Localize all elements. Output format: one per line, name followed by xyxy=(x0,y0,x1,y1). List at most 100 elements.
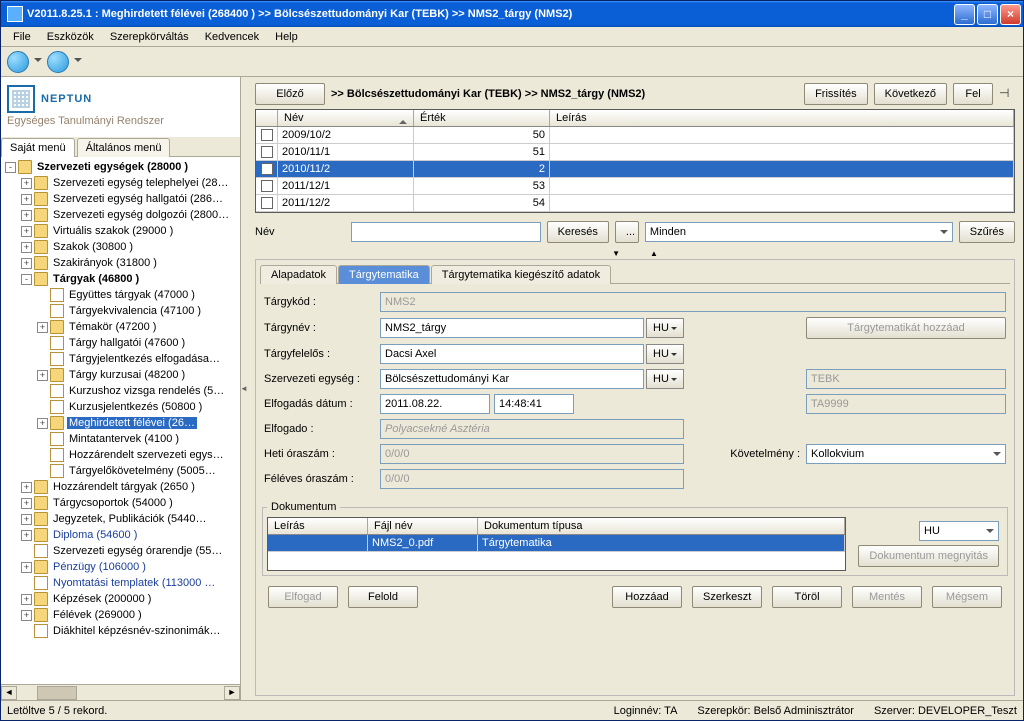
tree-expander[interactable]: + xyxy=(21,594,32,605)
elftime-field[interactable]: 14:48:41 xyxy=(494,394,574,414)
filter-button[interactable]: Szűrés xyxy=(959,221,1015,243)
szerkeszt-button[interactable]: Szerkeszt xyxy=(692,586,762,608)
doc-lang-select[interactable]: HU xyxy=(919,521,999,541)
grid-row[interactable]: 2011/12/254 xyxy=(256,195,1014,212)
row-checkbox[interactable] xyxy=(256,161,278,177)
tree-expander[interactable] xyxy=(37,306,48,317)
doc-col-desc[interactable]: Leírás xyxy=(268,518,368,534)
nav-tree[interactable]: -Szervezeti egységek (28000 )+Szervezeti… xyxy=(1,157,240,684)
doc-col-type[interactable]: Dokumentum típusa xyxy=(478,518,845,534)
hozzaad-button[interactable]: Hozzáad xyxy=(612,586,682,608)
nav-forward-dropdown[interactable] xyxy=(73,51,83,73)
splitter-horizontal[interactable]: ▼▲ xyxy=(247,247,1023,259)
search-more-button[interactable]: ... xyxy=(615,221,639,243)
nav-back-dropdown[interactable] xyxy=(33,51,43,73)
elfogad-button[interactable]: Elfogad xyxy=(268,586,338,608)
tree-item[interactable]: Kurzushoz vizsga rendelés (5… xyxy=(1,383,240,399)
col-name[interactable]: Név xyxy=(278,110,414,126)
szervegy-lang[interactable]: HU xyxy=(646,369,684,389)
tree-item[interactable]: +Képzések (200000 ) xyxy=(1,591,240,607)
tree-expander[interactable] xyxy=(37,402,48,413)
grid-row[interactable]: 2011/12/153 xyxy=(256,178,1014,195)
tree-expander[interactable]: + xyxy=(21,210,32,221)
tree-item[interactable]: +Virtuális szakok (29000 ) xyxy=(1,223,240,239)
felold-button[interactable]: Felold xyxy=(348,586,418,608)
next-button[interactable]: Következő xyxy=(874,83,947,105)
scroll-right-arrow[interactable]: ► xyxy=(224,686,240,700)
tree-item[interactable]: +Meghirdetett félévei (26… xyxy=(1,415,240,431)
tab-general-menu[interactable]: Általános menü xyxy=(77,138,171,157)
col-checkbox[interactable] xyxy=(256,110,278,126)
tree-expander[interactable]: + xyxy=(21,226,32,237)
tree-item[interactable]: Tárgy hallgatói (47600 ) xyxy=(1,335,240,351)
tree-expander[interactable]: + xyxy=(21,514,32,525)
nav-back-button[interactable] xyxy=(7,51,29,73)
col-value[interactable]: Érték xyxy=(414,110,550,126)
tree-expander[interactable]: + xyxy=(21,242,32,253)
tree-expander[interactable] xyxy=(37,386,48,397)
tree-item[interactable]: Diákhitel képzésnév-szinonimák… xyxy=(1,623,240,639)
tree-item[interactable]: +Pénzügy (106000 ) xyxy=(1,559,240,575)
row-checkbox[interactable] xyxy=(256,127,278,143)
tab-kiegeszito[interactable]: Tárgytematika kiegészítő adatok xyxy=(431,265,611,284)
tree-item[interactable]: Szervezeti egység órarendje (55… xyxy=(1,543,240,559)
tree-item[interactable]: Együttes tárgyak (47000 ) xyxy=(1,287,240,303)
tree-item[interactable]: Tárgyekvivalencia (47100 ) xyxy=(1,303,240,319)
up-button[interactable]: Fel xyxy=(953,83,993,105)
torol-button[interactable]: Töröl xyxy=(772,586,842,608)
tree-item[interactable]: -Szervezeti egységek (28000 ) xyxy=(1,159,240,175)
tree-expander[interactable]: - xyxy=(5,162,16,173)
menu-roleswitch[interactable]: Szerepkörváltás xyxy=(102,29,197,45)
targynev-field[interactable]: NMS2_tárgy xyxy=(380,318,644,338)
tree-expander[interactable]: + xyxy=(37,370,48,381)
tab-alapadatok[interactable]: Alapadatok xyxy=(260,265,337,284)
tab-targytematika[interactable]: Tárgytematika xyxy=(338,265,430,284)
tree-item[interactable]: +Szervezeti egység telephelyei (28… xyxy=(1,175,240,191)
row-checkbox[interactable] xyxy=(256,144,278,160)
tab-own-menu[interactable]: Saját menü xyxy=(1,138,75,157)
tree-expander[interactable] xyxy=(37,434,48,445)
nav-forward-button[interactable] xyxy=(47,51,69,73)
minimize-button[interactable]: _ xyxy=(954,4,975,25)
tree-expander[interactable]: + xyxy=(21,498,32,509)
menu-favorites[interactable]: Kedvencek xyxy=(197,29,267,45)
tree-item[interactable]: Tárgyjelentkezés elfogadása… xyxy=(1,351,240,367)
tree-expander[interactable]: + xyxy=(37,322,48,333)
close-button[interactable]: × xyxy=(1000,4,1021,25)
tree-expander[interactable] xyxy=(37,290,48,301)
elfdatum-field[interactable]: 2011.08.22. xyxy=(380,394,490,414)
tree-item[interactable]: Kurzusjelentkezés (50800 ) xyxy=(1,399,240,415)
tree-item[interactable]: +Témakör (47200 ) xyxy=(1,319,240,335)
scroll-thumb[interactable] xyxy=(37,686,77,700)
refresh-button[interactable]: Frissítés xyxy=(804,83,868,105)
tree-expander[interactable]: + xyxy=(21,194,32,205)
menu-tools[interactable]: Eszközök xyxy=(39,29,102,45)
tree-item[interactable]: +Diploma (54600 ) xyxy=(1,527,240,543)
megsem-button[interactable]: Mégsem xyxy=(932,586,1002,608)
tree-expander[interactable]: + xyxy=(21,610,32,621)
tree-expander[interactable] xyxy=(21,578,32,589)
tree-item[interactable]: +Tárgycsoportok (54000 ) xyxy=(1,495,240,511)
document-grid[interactable]: Leírás Fájl név Dokumentum típusa NMS2_0… xyxy=(267,517,846,571)
row-checkbox[interactable] xyxy=(256,178,278,194)
tree-item[interactable]: +Tárgy kurzusai (48200 ) xyxy=(1,367,240,383)
tree-expander[interactable]: + xyxy=(37,418,48,429)
tree-expander[interactable] xyxy=(37,354,48,365)
titlebar[interactable]: V2011.8.25.1 : Meghirdetett félévei (268… xyxy=(1,1,1023,27)
tree-item[interactable]: Nyomtatási templatek (113000 … xyxy=(1,575,240,591)
tree-item[interactable]: +Szervezeti egység dolgozói (2800… xyxy=(1,207,240,223)
tree-item[interactable]: Hozzárendelt szervezeti egys… xyxy=(1,447,240,463)
targyfelelos-field[interactable]: Dacsi Axel xyxy=(380,344,644,364)
semester-grid[interactable]: Név Érték Leírás 2009/10/2502010/11/1512… xyxy=(255,109,1015,213)
col-desc[interactable]: Leírás xyxy=(550,110,1014,126)
menu-help[interactable]: Help xyxy=(267,29,306,45)
tree-expander[interactable]: + xyxy=(21,530,32,541)
tree-expander[interactable]: + xyxy=(21,482,32,493)
tree-item[interactable]: +Félévek (269000 ) xyxy=(1,607,240,623)
grid-row[interactable]: 2010/11/151 xyxy=(256,144,1014,161)
tree-item[interactable]: +Szakok (30800 ) xyxy=(1,239,240,255)
pin-icon[interactable] xyxy=(999,86,1015,102)
menu-file[interactable]: File xyxy=(5,29,39,45)
prev-button[interactable]: Előző xyxy=(255,83,325,105)
tree-item[interactable]: +Szervezeti egység hallgatói (286… xyxy=(1,191,240,207)
